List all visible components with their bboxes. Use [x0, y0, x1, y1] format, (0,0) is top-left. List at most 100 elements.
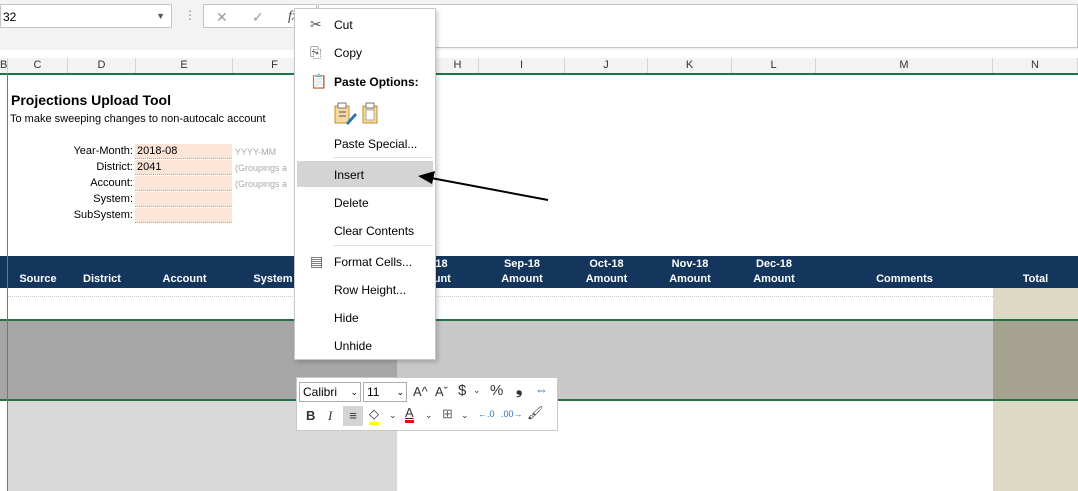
name-box-value: 32 — [3, 10, 17, 24]
selected-total-cell[interactable] — [993, 321, 1078, 399]
font-name-select[interactable]: Calibri ⌄ — [299, 382, 361, 402]
menu-item-clear-contents[interactable]: Clear Contents — [297, 217, 433, 243]
increase-decimal-icon[interactable]: ←.0 — [478, 409, 495, 419]
name-box[interactable]: 32 ▼ — [0, 4, 172, 28]
menu-item-label: Row Height... — [334, 283, 407, 297]
column-header[interactable]: K — [648, 58, 732, 73]
field-cell[interactable]: 2018-08 — [135, 144, 232, 159]
field-cell[interactable] — [135, 192, 232, 207]
sheet-subtitle: To make sweeping changes to non-autocalc… — [10, 113, 266, 125]
header-month: Oct-18 — [589, 258, 624, 270]
paste-icon: 📋 — [310, 73, 328, 89]
menu-item-label: Hide — [334, 311, 359, 325]
menu-item-delete[interactable]: Delete — [297, 189, 433, 215]
column-header[interactable]: M — [816, 58, 993, 73]
header-amount: Amount — [669, 273, 711, 285]
menu-item-format-cells[interactable]: ▤ Format Cells... — [297, 248, 433, 274]
field-cell[interactable] — [135, 208, 232, 223]
column-header[interactable]: J — [565, 58, 648, 73]
shrink-font-icon[interactable]: Aˇ — [435, 384, 448, 399]
column-header[interactable]: L — [732, 58, 816, 73]
bold-icon[interactable]: B — [306, 408, 315, 423]
format-painter-icon[interactable]: 🖌 — [527, 405, 544, 421]
header-source: Source — [19, 273, 57, 285]
menu-item-label: Paste Options: — [334, 75, 419, 89]
menu-separator — [333, 157, 433, 158]
menu-item-row-height[interactable]: Row Height... — [297, 276, 433, 302]
menu-item-paste-special[interactable]: Paste Special... — [297, 130, 433, 156]
more-icon: ⋮ — [184, 8, 196, 22]
column-header[interactable]: I — [479, 58, 565, 73]
percent-icon[interactable]: % — [490, 382, 503, 399]
chevron-down-icon: ⌄ — [396, 387, 404, 397]
font-size-value: 11 — [367, 385, 380, 399]
borders-icon[interactable]: ⊞ — [442, 406, 453, 422]
menu-item-label: Insert — [334, 168, 365, 182]
grow-font-icon[interactable]: A^ — [413, 384, 428, 399]
field-label: Account: — [90, 177, 133, 189]
field-label: Year-Month: — [73, 145, 133, 157]
italic-icon[interactable]: I — [328, 408, 332, 424]
chevron-down-icon[interactable]: ▼ — [156, 11, 165, 21]
field-cell[interactable]: 2041 — [135, 160, 232, 175]
total-cell[interactable] — [993, 288, 1078, 320]
menu-item-cut[interactable]: ✂ Cut — [297, 11, 433, 37]
header-amount: Amount — [753, 273, 795, 285]
table-header-row: Source District Account System g-18 ount… — [0, 256, 1078, 288]
field-hint: (Groupings a — [235, 179, 288, 189]
sheet-title: Projections Upload Tool — [11, 92, 171, 108]
column-header[interactable]: N — [993, 58, 1078, 73]
header-amount: Amount — [585, 273, 628, 285]
chevron-down-icon[interactable]: ⌄ — [425, 410, 433, 421]
currency-icon[interactable]: $ — [458, 382, 466, 399]
header-comments: Comments — [876, 273, 933, 285]
header-total: Total — [1022, 273, 1049, 285]
mini-toolbar: Calibri ⌄ 11 ⌄ A^ Aˇ $ ⌄ % ❟ ⇔ B I ≡ ◇ ⌄… — [296, 377, 558, 431]
font-color-icon[interactable]: A — [405, 405, 414, 423]
chevron-down-icon[interactable]: ⌄ — [389, 410, 397, 421]
format-cells-icon: ▤ — [310, 253, 324, 269]
header-month: Sep-18 — [503, 258, 541, 270]
menu-item-label: Cut — [334, 18, 353, 32]
wrap-text-icon[interactable]: ⇔ — [535, 382, 548, 397]
decrease-decimal-icon[interactable]: .00→ — [501, 409, 523, 419]
header-district: District — [83, 273, 121, 285]
menu-item-label: Paste Special... — [334, 137, 418, 151]
chevron-down-icon[interactable]: ⌄ — [473, 385, 481, 396]
column-header[interactable]: E — [136, 58, 233, 73]
copy-icon: ⎘ — [310, 44, 322, 60]
total-cell[interactable] — [993, 401, 1078, 491]
chevron-down-icon[interactable]: ⌄ — [461, 410, 469, 421]
menu-item-unhide[interactable]: Unhide — [297, 332, 433, 358]
field-label: System: — [93, 193, 133, 205]
fill-color-icon[interactable]: ◇ — [369, 406, 379, 425]
menu-item-hide[interactable]: Hide — [297, 304, 433, 330]
annotation-arrow — [418, 171, 549, 201]
column-header[interactable]: B — [0, 58, 8, 73]
row-divider — [8, 296, 993, 297]
menu-item-label: Delete — [334, 196, 369, 210]
paste-formatting-icon[interactable] — [333, 101, 385, 127]
font-name-value: Calibri — [303, 385, 338, 399]
column-headers: B C D E F H I J K L M N — [0, 58, 1078, 75]
comma-style-icon[interactable]: ❟ — [516, 381, 522, 399]
chevron-down-icon: ⌄ — [350, 387, 358, 397]
menu-item-label: Format Cells... — [334, 255, 413, 269]
menu-item-copy[interactable]: ⎘ Copy — [297, 39, 433, 65]
cancel-icon[interactable]: ✕ — [216, 9, 228, 26]
column-header[interactable]: C — [8, 58, 68, 73]
scissors-icon: ✂ — [310, 16, 322, 32]
menu-item-insert[interactable]: Insert — [297, 161, 433, 187]
paste-option-buttons — [333, 101, 385, 130]
field-cell[interactable] — [135, 176, 232, 191]
field-label: District: — [96, 161, 133, 173]
data-row[interactable] — [8, 288, 993, 320]
center-align-icon[interactable]: ≡ — [343, 406, 363, 426]
field-label: SubSystem: — [73, 209, 133, 221]
field-hint: YYYY-MM — [235, 147, 277, 157]
enter-icon[interactable]: ✓ — [252, 9, 264, 26]
header-month: Dec-18 — [755, 258, 793, 270]
header-account: Account — [162, 273, 207, 285]
font-size-select[interactable]: 11 ⌄ — [363, 382, 407, 402]
column-header[interactable]: D — [68, 58, 136, 73]
